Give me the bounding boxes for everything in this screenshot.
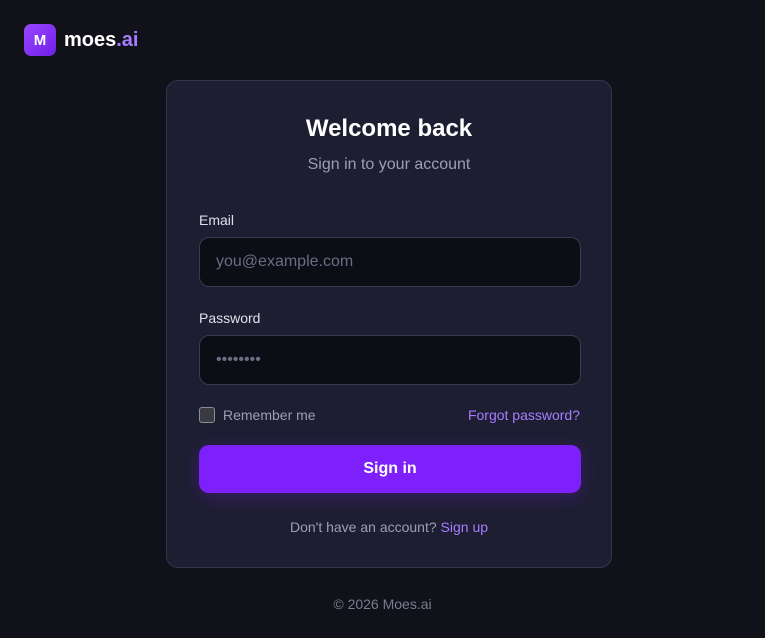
logo-mark-icon: M (24, 24, 56, 56)
sign-in-button[interactable]: Sign in (199, 445, 581, 493)
sign-up-link[interactable]: Sign up (441, 519, 488, 535)
footer-copyright: © 2026 Moes.ai (333, 596, 432, 612)
remember-me-label[interactable]: Remember me (223, 406, 316, 424)
brand-logo[interactable]: M moes.ai (24, 24, 139, 56)
page-title: Welcome back (305, 115, 473, 142)
email-label: Email (199, 212, 235, 228)
login-card: Welcome back Sign in to your account Ema… (166, 80, 612, 568)
signup-prompt: Don't have an account? (289, 519, 437, 535)
brand-wordmark: moes.ai (64, 24, 139, 56)
forgot-password-link[interactable]: Forgot password? (468, 406, 580, 424)
remember-me-row[interactable]: Remember me (199, 406, 316, 424)
brand-suffix: .ai (116, 29, 139, 51)
email-field[interactable] (199, 237, 581, 287)
password-label: Password (199, 310, 261, 326)
signup-row: Don't have an account? Sign up (167, 518, 611, 536)
brand-name: moes (64, 29, 117, 51)
remember-me-checkbox[interactable] (199, 407, 215, 423)
password-field[interactable] (199, 335, 581, 385)
page-subtitle: Sign in to your account (307, 156, 471, 173)
